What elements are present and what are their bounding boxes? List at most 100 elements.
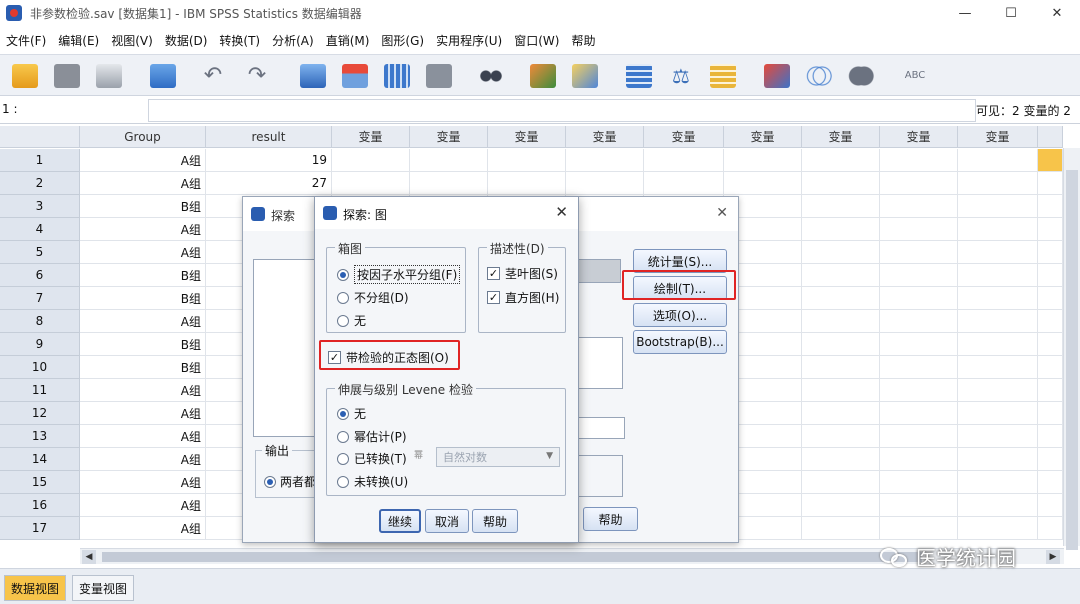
stem-and-leaf-option[interactable]: ✓ 茎叶图(S) [487,265,558,282]
cell-empty[interactable] [880,241,958,264]
cell-group[interactable]: A组 [80,218,206,241]
cell-empty[interactable] [958,241,1038,264]
cell-empty[interactable] [958,172,1038,195]
cell-group[interactable]: B组 [80,287,206,310]
source-variable-list[interactable] [253,259,315,437]
menu-data[interactable]: 数据(D) [159,32,214,49]
redo-icon[interactable]: ↷ [240,59,274,93]
column-header-var[interactable]: 变量 [880,126,958,148]
cell-empty[interactable] [1038,425,1063,448]
cell-empty[interactable] [880,402,958,425]
cell-empty[interactable] [1038,287,1063,310]
row-header[interactable]: 14 [0,448,80,471]
cell-group[interactable]: A组 [80,471,206,494]
cell-result[interactable]: 19 [206,149,332,172]
cell-empty[interactable] [880,218,958,241]
row-header[interactable]: 3 [0,195,80,218]
cell-empty[interactable] [880,471,958,494]
menu-transform[interactable]: 转换(T) [213,32,266,49]
cell-empty[interactable] [958,425,1038,448]
cell-empty[interactable] [880,333,958,356]
column-header-var[interactable] [1038,126,1063,148]
output-both-option[interactable]: 两者都 [264,473,316,490]
cell-empty[interactable] [958,333,1038,356]
cell-editor-input[interactable] [148,99,976,122]
cell-empty[interactable] [802,517,880,540]
menu-file[interactable]: 文件(F) [0,32,52,49]
power-estimation-option[interactable]: 幂估计(P) [337,428,407,445]
scroll-right-icon[interactable]: ▶ [1046,550,1060,564]
use-variable-sets-icon[interactable] [802,59,836,93]
cell-empty[interactable] [880,310,958,333]
explore-close-icon[interactable]: ✕ [716,205,728,221]
cell-empty[interactable] [1038,218,1063,241]
cell-empty[interactable] [1038,264,1063,287]
cell-empty[interactable] [802,310,880,333]
radio-icon[interactable] [337,407,349,420]
cell-empty[interactable] [802,402,880,425]
row-header[interactable]: 13 [0,425,80,448]
cell-group[interactable]: A组 [80,241,206,264]
levene-none-option[interactable]: 无 [337,405,366,422]
cell-group[interactable]: A组 [80,448,206,471]
cell-empty[interactable] [1038,517,1063,540]
column-header-var[interactable]: 变量 [332,126,410,148]
select-cases-icon[interactable] [706,59,740,93]
cell-group[interactable]: A组 [80,402,206,425]
cell-empty[interactable] [724,149,802,172]
cell-empty[interactable] [802,379,880,402]
cell-empty[interactable] [802,218,880,241]
help-button[interactable]: 帮助 [472,509,518,533]
save-icon[interactable] [50,59,84,93]
cell-empty[interactable] [958,218,1038,241]
cell-empty[interactable] [880,425,958,448]
cell-empty[interactable] [958,264,1038,287]
goto-case-icon[interactable] [296,59,330,93]
cell-empty[interactable] [802,494,880,517]
cell-empty[interactable] [488,172,566,195]
column-header-result[interactable]: result [206,126,332,148]
row-header[interactable]: 8 [0,310,80,333]
cell-empty[interactable] [410,149,488,172]
minimize-button[interactable]: — [942,0,988,26]
cell-group[interactable]: A组 [80,310,206,333]
cell-empty[interactable] [880,195,958,218]
cell-empty[interactable] [802,241,880,264]
cell-empty[interactable] [958,287,1038,310]
cell-empty[interactable] [958,379,1038,402]
cell-result[interactable]: 27 [206,172,332,195]
column-header-var[interactable]: 变量 [410,126,488,148]
cell-empty[interactable] [1038,241,1063,264]
maximize-button[interactable]: ☐ [988,0,1034,26]
open-folder-icon[interactable] [8,59,42,93]
transformed-option[interactable]: 已转换(T) [337,450,407,467]
cell-empty[interactable] [332,172,410,195]
radio-icon[interactable] [337,314,349,327]
cell-empty[interactable] [802,195,880,218]
row-header[interactable]: 1 [0,149,80,172]
cell-empty[interactable] [880,264,958,287]
cell-empty[interactable] [802,448,880,471]
cell-empty[interactable] [566,172,644,195]
cell-group[interactable]: B组 [80,195,206,218]
cell-empty[interactable] [1038,471,1063,494]
cell-empty[interactable] [958,195,1038,218]
cell-group[interactable]: B组 [80,333,206,356]
cell-group[interactable]: A组 [80,425,206,448]
cell-empty[interactable] [880,172,958,195]
print-icon[interactable] [92,59,126,93]
cell-empty[interactable] [958,402,1038,425]
menu-analyze[interactable]: 分析(A) [266,32,320,49]
cell-group[interactable]: A组 [80,172,206,195]
find-binoculars-icon[interactable] [474,59,508,93]
cell-empty[interactable] [958,494,1038,517]
cell-group[interactable]: A组 [80,379,206,402]
cell-empty[interactable] [880,448,958,471]
cell-empty[interactable] [802,172,880,195]
row-header[interactable]: 15 [0,471,80,494]
variables-icon[interactable] [380,59,414,93]
radio-icon[interactable] [337,475,349,488]
cell-empty[interactable] [958,310,1038,333]
boxplot-none-option[interactable]: 无 [337,312,366,329]
cell-empty[interactable] [1038,379,1063,402]
